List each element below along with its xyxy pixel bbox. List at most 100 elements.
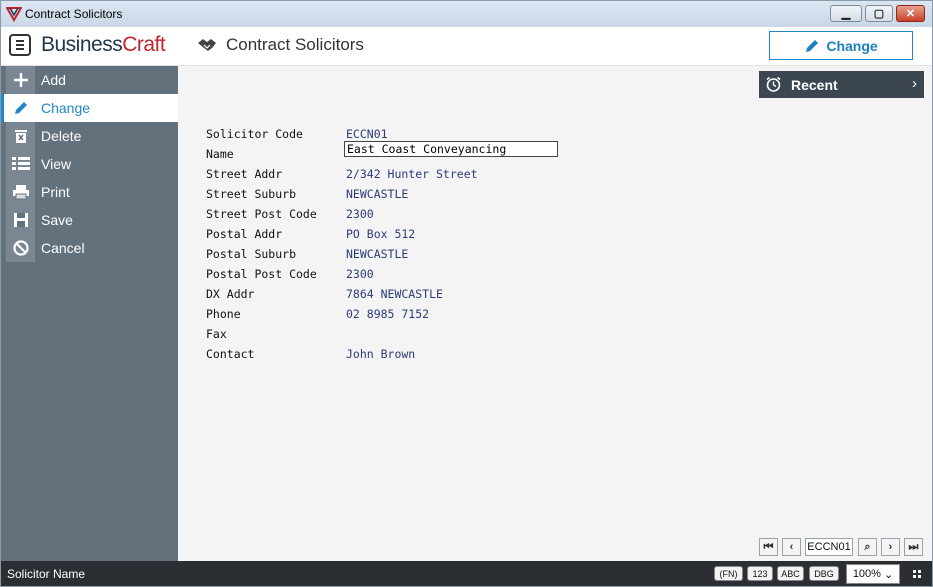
app-header: BusinessCraft Contract Solicitors Change (1, 27, 932, 66)
floppy-icon (6, 206, 35, 234)
chevron-right-icon: › (888, 541, 893, 553)
screen-title: Contract Solicitors (226, 35, 364, 54)
sidebar-item-delete[interactable]: Delete (1, 122, 178, 150)
recent-label: Recent (791, 77, 838, 93)
field-value[interactable]: 2300 (346, 207, 374, 221)
field-label: Contact (206, 347, 255, 361)
field-value[interactable]: John Brown (346, 347, 415, 361)
field-label: Solicitor Code (206, 127, 303, 141)
next-record-button[interactable]: › (881, 538, 900, 556)
pencil-icon (806, 39, 819, 52)
status-bar: Solicitor Name (FN) 123 ABC DBG 100% ⌄ (1, 561, 932, 586)
field-postal-addr: Postal Addr PO Box 512 (206, 227, 606, 247)
field-value[interactable]: 7864 NEWCASTLE (346, 287, 443, 301)
chevron-down-icon: ⌄ (883, 568, 894, 581)
sidebar-item-label: Change (41, 100, 91, 116)
search-record-button[interactable]: ⌕ (858, 538, 877, 556)
field-label: Name (206, 147, 234, 161)
hamburger-menu-button[interactable] (9, 34, 31, 56)
field-label: Postal Post Code (206, 267, 317, 281)
name-input[interactable] (344, 141, 558, 157)
close-icon: ✕ (905, 8, 916, 20)
chevron-left-icon: ‹ (789, 541, 794, 553)
sidebar-item-add[interactable]: Add (1, 66, 178, 94)
field-label: Street Post Code (206, 207, 317, 221)
field-value[interactable]: NEWCASTLE (346, 187, 408, 201)
first-icon: ⏮ (763, 540, 774, 553)
list-icon (6, 150, 35, 178)
last-record-button[interactable]: ⏭ (904, 538, 923, 556)
app-logo-icon (6, 7, 22, 22)
field-value[interactable]: 2/342 Hunter Street (346, 167, 478, 181)
zoom-value: 100% (852, 568, 881, 580)
field-postal-post-code: Postal Post Code 2300 (206, 267, 606, 287)
field-contact: Contact John Brown (206, 347, 606, 367)
recent-button[interactable]: Recent › (759, 71, 924, 98)
logo-text-accent: Craft (122, 33, 166, 56)
field-dx-addr: DX Addr 7864 NEWCASTLE (206, 287, 606, 307)
sidebar-item-label: Add (41, 72, 66, 88)
maximize-icon: ▢ (873, 8, 885, 20)
businesscraft-logo: BusinessCraft (41, 33, 166, 57)
field-value[interactable]: PO Box 512 (346, 227, 415, 241)
printer-icon (6, 178, 35, 206)
sidebar-item-label: Save (41, 212, 73, 228)
window-title: Contract Solicitors (25, 7, 123, 21)
field-name: Name (206, 141, 606, 167)
field-fax: Fax (206, 327, 606, 347)
field-label: Postal Suburb (206, 247, 297, 261)
field-label: DX Addr (206, 287, 255, 301)
previous-record-button[interactable]: ‹ (782, 538, 801, 556)
cancel-icon (6, 234, 35, 262)
num-mode-badge[interactable]: 123 (747, 566, 773, 581)
maximize-button[interactable]: ▢ (865, 5, 893, 22)
chevron-right-icon: › (912, 75, 917, 92)
record-code-input[interactable]: ECCN01 (805, 538, 853, 556)
alarm-clock-icon (766, 76, 781, 92)
minimize-button[interactable]: ▁ (830, 5, 862, 22)
field-street-post-code: Street Post Code 2300 (206, 207, 606, 227)
abc-mode-badge[interactable]: ABC (777, 566, 804, 581)
sidebar-item-print[interactable]: Print (1, 178, 178, 206)
last-icon: ⏭ (908, 540, 919, 553)
search-icon: ⌕ (864, 540, 871, 553)
field-phone: Phone 02 8985 7152 (206, 307, 606, 327)
minimize-icon: ▁ (841, 8, 851, 20)
change-button-label: Change (826, 37, 878, 54)
sidebar-item-label: Delete (41, 128, 82, 144)
field-value[interactable]: NEWCASTLE (346, 247, 408, 261)
field-label: Street Suburb (206, 187, 297, 201)
pencil-icon (6, 94, 35, 122)
field-value[interactable]: 02 8985 7152 (346, 307, 429, 321)
handshake-icon (198, 39, 216, 51)
field-value[interactable]: ECCN01 (346, 127, 388, 141)
zoom-select[interactable]: 100% ⌄ (846, 564, 900, 584)
field-street-suburb: Street Suburb NEWCASTLE (206, 187, 606, 207)
field-street-addr: Street Addr 2/342 Hunter Street (206, 167, 606, 187)
field-label: Fax (206, 327, 227, 341)
dbg-mode-badge[interactable]: DBG (809, 566, 839, 581)
grid-icon[interactable] (913, 570, 921, 578)
plus-icon (6, 66, 35, 94)
sidebar-item-save[interactable]: Save (1, 206, 178, 234)
field-label: Street Addr (206, 167, 283, 181)
fn-mode-badge[interactable]: (FN) (714, 566, 743, 581)
first-record-button[interactable]: ⏮ (759, 538, 778, 556)
field-value[interactable]: 2300 (346, 267, 374, 281)
sidebar-item-label: Cancel (41, 240, 85, 256)
sidebar-item-cancel[interactable]: Cancel (1, 234, 178, 262)
title-bar: Contract Solicitors ▁ ▢ ✕ (1, 1, 932, 27)
current-field-name: Solicitor Name (7, 567, 86, 581)
close-button[interactable]: ✕ (896, 5, 925, 22)
field-postal-suburb: Postal Suburb NEWCASTLE (206, 247, 606, 267)
change-button[interactable]: Change (769, 31, 913, 60)
action-sidebar: Add Change Delete View Print Save Cancel (1, 66, 178, 561)
field-label: Postal Addr (206, 227, 283, 241)
sidebar-item-change[interactable]: Change (1, 94, 178, 122)
sidebar-item-label: View (41, 156, 72, 172)
sidebar-item-view[interactable]: View (1, 150, 178, 178)
app-window: Contract Solicitors ▁ ▢ ✕ BusinessCraft … (0, 0, 933, 587)
trash-icon (6, 122, 35, 150)
sidebar-item-label: Print (41, 184, 70, 200)
logo-text-main: Business (41, 33, 123, 56)
